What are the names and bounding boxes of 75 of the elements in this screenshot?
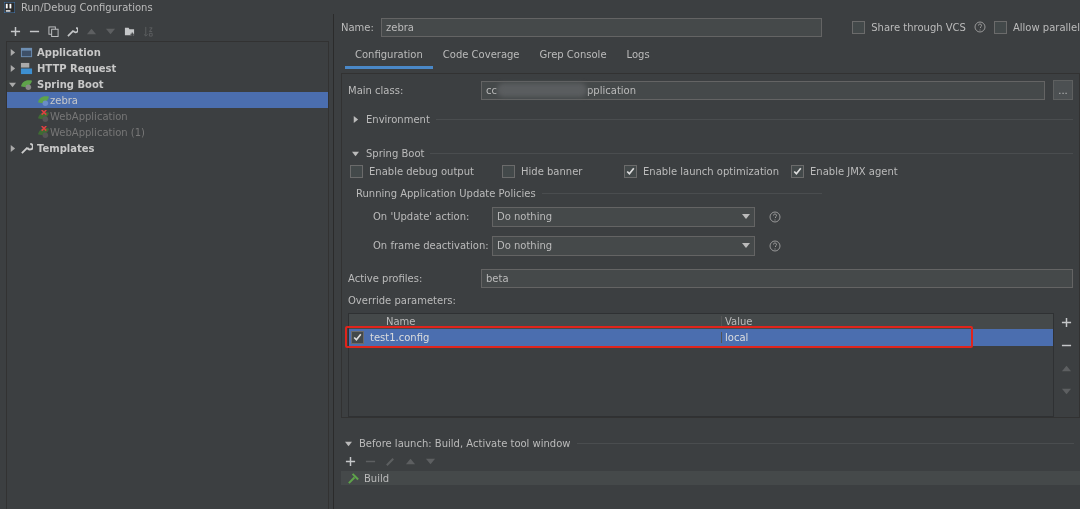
tree-item[interactable]: Application [7, 44, 328, 60]
checkbox-label: Allow parallel [1012, 21, 1080, 33]
tab[interactable]: Code Coverage [432, 43, 530, 69]
expand-arrow-icon[interactable] [345, 439, 352, 447]
tree-item-label: Application [37, 46, 101, 58]
app-logo-icon [4, 1, 15, 13]
tree-item-label: Templates [37, 142, 95, 154]
window-title: Run/Debug Configurations [21, 1, 153, 13]
group-title: Running Application Update Policies [356, 187, 536, 199]
checkbox-label: Share through VCS [871, 21, 966, 33]
name-field[interactable]: zebra [381, 17, 823, 37]
tree-item-label: zebra [50, 94, 78, 106]
column-header[interactable]: Value [722, 316, 1053, 327]
wrench-icon [20, 141, 33, 155]
help-icon[interactable] [769, 210, 781, 223]
checkbox[interactable] [791, 164, 804, 178]
checkbox-label: Enable debug output [369, 165, 474, 177]
tab[interactable]: Logs [616, 43, 660, 69]
table-cell-text: local [724, 332, 750, 343]
help-icon[interactable] [769, 239, 781, 252]
tree-item[interactable]: Spring Boot [7, 76, 328, 92]
field-label: On frame deactivation: [373, 240, 490, 251]
table-cell: test1.config [366, 332, 722, 343]
hammer-icon [347, 471, 360, 485]
section-toggle[interactable]: Spring Boot [348, 147, 425, 159]
tree-item-label: Spring Boot [37, 78, 104, 90]
checkbox[interactable] [852, 20, 866, 34]
column-header[interactable]: Name [366, 316, 722, 327]
leaf-icon [20, 77, 33, 91]
caret-icon [742, 213, 750, 220]
tree-item[interactable]: zebra [7, 92, 328, 108]
copy-icon[interactable] [48, 26, 59, 37]
checkbox-label: Enable launch optimization [643, 165, 780, 177]
checkbox[interactable] [993, 20, 1007, 34]
api-icon [20, 61, 33, 75]
leaf-icon [37, 93, 50, 107]
field-label: On 'Update' action: [373, 211, 471, 222]
wrench-icon[interactable] [67, 26, 78, 37]
field-label: Active profiles: [348, 272, 424, 284]
tab[interactable]: Grep Console [529, 43, 617, 69]
help-icon[interactable] [973, 21, 986, 33]
browse-button[interactable]: ... [1053, 80, 1073, 100]
tree-item[interactable]: HTTP Request [7, 60, 328, 76]
add-icon[interactable] [345, 456, 356, 467]
leaf-icon [37, 125, 50, 139]
tree-item-label: HTTP Request [37, 62, 117, 74]
checkbox[interactable] [502, 164, 515, 178]
tree-item-label: WebApplication (1) [50, 126, 146, 138]
tree-item[interactable]: Templates [7, 140, 328, 156]
expand-arrow-icon[interactable] [9, 144, 16, 152]
checkbox-label: Hide banner [521, 165, 583, 177]
leaf-icon [37, 109, 50, 123]
field-label: Main class: [348, 84, 405, 96]
add-icon[interactable] [1061, 317, 1072, 328]
list-item-label: Build [364, 472, 390, 484]
field-label: Name: [341, 21, 373, 33]
checkbox[interactable] [351, 331, 364, 344]
window-icon [20, 45, 33, 59]
expand-arrow-icon[interactable] [352, 115, 359, 123]
add-icon[interactable] [10, 26, 21, 37]
dropdown[interactable]: Do nothing [492, 235, 755, 256]
field-label: Override parameters: [348, 294, 456, 306]
active-profiles-field[interactable]: beta [481, 268, 1073, 288]
tree-item-label: WebApplication [50, 110, 128, 122]
checkbox-label: Enable JMX agent [810, 165, 898, 177]
section-toggle[interactable]: Environment [348, 113, 430, 125]
caret-icon [742, 242, 750, 249]
dropdown[interactable]: Do nothing [492, 206, 755, 227]
new-folder-icon[interactable] [124, 26, 135, 37]
section-toggle[interactable]: Before launch: Build, Activate tool window [341, 437, 571, 449]
expand-arrow-icon[interactable] [352, 149, 359, 157]
tab[interactable]: Configuration [345, 43, 433, 69]
checkbox[interactable] [624, 164, 637, 178]
checkbox[interactable] [350, 164, 363, 178]
main-class-field[interactable]: cc pplication [481, 80, 1045, 100]
